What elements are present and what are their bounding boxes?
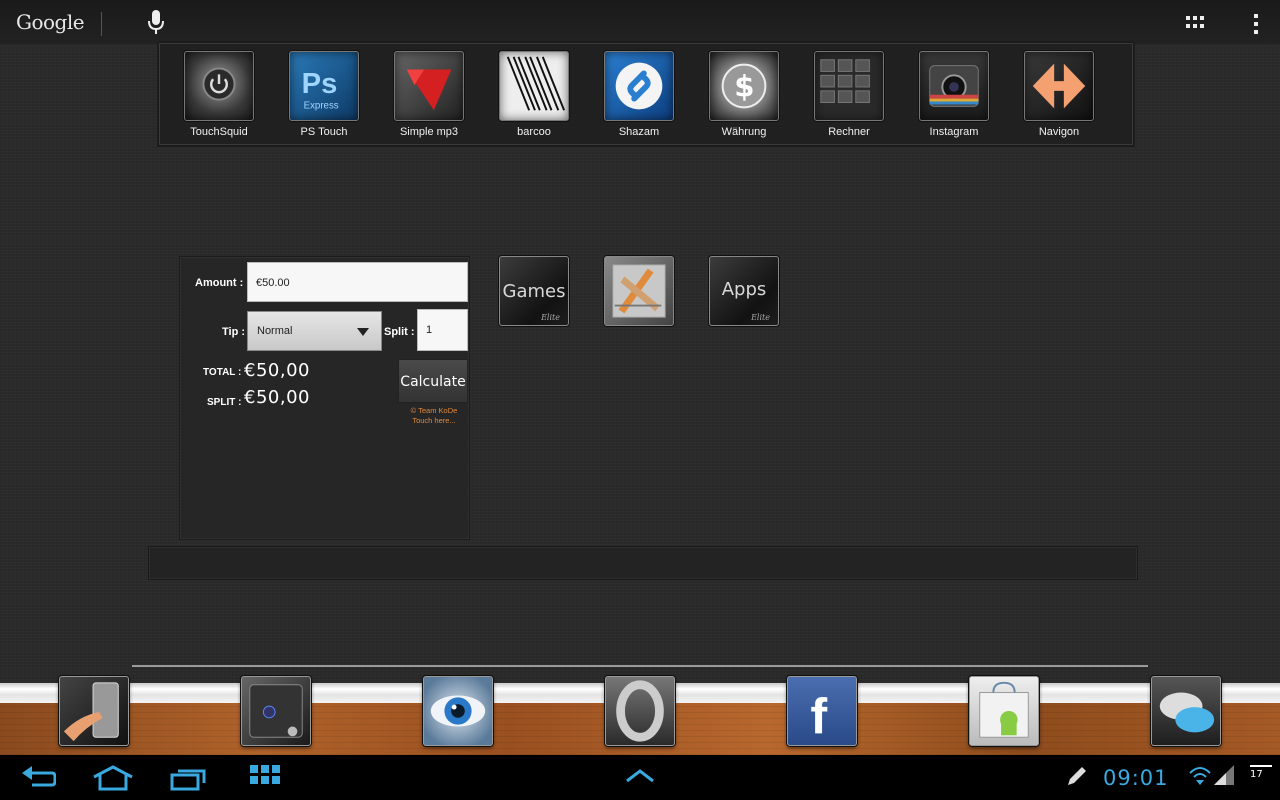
- app-waehrung[interactable]: $ Währung: [694, 51, 794, 138]
- amount-input[interactable]: €50.00: [247, 262, 468, 302]
- photoshop-icon: Ps Express: [289, 51, 359, 121]
- credit-line: © Team KoDe: [410, 406, 458, 415]
- facebook-icon[interactable]: f: [787, 676, 857, 746]
- red-arrow-icon: [394, 51, 464, 121]
- total-value: €50,00: [244, 360, 310, 381]
- app-rechner[interactable]: Rechner: [799, 51, 899, 138]
- dropdown-arrow-icon: [357, 328, 369, 336]
- credit-line: Touch here...: [412, 416, 456, 425]
- split-label: Split :: [384, 326, 415, 338]
- app-shelf: TouchSquid Ps Express PS Touch Simple mp3…: [158, 42, 1134, 146]
- svg-text:Ps: Ps: [302, 68, 338, 100]
- divider: [101, 12, 102, 36]
- folder-title: Games: [502, 281, 566, 302]
- grid-icon[interactable]: [1186, 16, 1204, 30]
- device-icon[interactable]: [241, 676, 311, 746]
- dock-divider: [132, 665, 1148, 667]
- app-label: TouchSquid: [190, 126, 248, 138]
- svg-text:Express: Express: [304, 100, 339, 111]
- clock[interactable]: 09:01: [1103, 766, 1169, 790]
- power-button-icon: [184, 51, 254, 121]
- tip-selected-value: Normal: [257, 325, 293, 337]
- split-result-label: SPLIT :: [207, 397, 242, 408]
- app-barcoo[interactable]: barcoo: [484, 51, 584, 138]
- wifi-icon: [1189, 767, 1211, 785]
- market-bag-icon[interactable]: [969, 676, 1039, 746]
- app-shazam[interactable]: Shazam: [589, 51, 689, 138]
- empty-widget-bar: [148, 546, 1138, 580]
- folder-signature: Elite: [541, 313, 560, 322]
- app-navigon[interactable]: Navigon: [1009, 51, 1109, 138]
- currency-icon: $: [709, 51, 779, 121]
- app-label: PS Touch: [300, 126, 348, 138]
- calculator-icon: [814, 51, 884, 121]
- folder-games[interactable]: Games Elite: [499, 256, 569, 326]
- app-simple-mp3[interactable]: Simple mp3: [379, 51, 479, 138]
- back-icon[interactable]: [22, 765, 56, 789]
- credit-link[interactable]: © Team KoDe Touch here...: [398, 406, 470, 426]
- signal-icon: [1214, 765, 1234, 785]
- svg-text:$: $: [734, 70, 754, 104]
- search-bar: Google: [0, 0, 1280, 44]
- hand-touch-icon[interactable]: [59, 676, 129, 746]
- split-result-value: €50,00: [244, 387, 310, 408]
- navigation-arrows-icon: [1024, 51, 1094, 121]
- battery-indicator: 17: [1250, 765, 1272, 780]
- app-label: Simple mp3: [399, 126, 459, 138]
- split-input[interactable]: 1: [417, 309, 468, 351]
- home-icon[interactable]: [92, 765, 134, 791]
- folder-title: Apps: [721, 279, 767, 300]
- edit-icon[interactable]: [1066, 765, 1088, 787]
- battery-level: 17: [1250, 769, 1263, 780]
- camera-icon: [919, 51, 989, 121]
- folder-signature: Elite: [751, 313, 770, 322]
- app-label: Navigon: [1038, 126, 1080, 138]
- chat-bubbles-icon[interactable]: [1151, 676, 1221, 746]
- folder-tools[interactable]: [604, 256, 674, 326]
- app-ps-touch[interactable]: Ps Express PS Touch: [274, 51, 374, 138]
- tip-dropdown[interactable]: Normal: [247, 311, 382, 351]
- app-grid-icon[interactable]: [250, 765, 280, 785]
- system-navigation-bar: 09:01 17: [0, 755, 1280, 800]
- eye-icon[interactable]: [423, 676, 493, 746]
- opera-icon[interactable]: [605, 676, 675, 746]
- chevron-up-icon[interactable]: [625, 769, 655, 783]
- calculate-button[interactable]: Calculate: [398, 359, 468, 403]
- app-label: Währung: [721, 126, 767, 138]
- svg-text:f: f: [810, 687, 827, 744]
- app-label: Rechner: [828, 126, 870, 138]
- overflow-menu-icon[interactable]: [1250, 14, 1262, 34]
- google-logo[interactable]: Google: [16, 10, 85, 34]
- pencil-ruler-icon: [612, 264, 666, 318]
- app-label: Shazam: [618, 126, 660, 138]
- mic-icon[interactable]: [148, 10, 164, 36]
- app-instagram[interactable]: Instagram: [904, 51, 1004, 138]
- amount-label: Amount :: [195, 277, 244, 289]
- total-label: TOTAL :: [203, 367, 242, 378]
- app-label: barcoo: [517, 126, 551, 138]
- folder-apps[interactable]: Apps Elite: [709, 256, 779, 326]
- tip-calculator-widget: Amount : €50.00 Tip : Normal Split : 1 T…: [179, 256, 470, 540]
- tip-label: Tip :: [222, 326, 246, 338]
- app-touchsquid[interactable]: TouchSquid: [169, 51, 269, 138]
- barcode-icon: [499, 51, 569, 121]
- shazam-icon: [604, 51, 674, 121]
- recents-icon[interactable]: [170, 765, 206, 791]
- app-label: Instagram: [929, 126, 979, 138]
